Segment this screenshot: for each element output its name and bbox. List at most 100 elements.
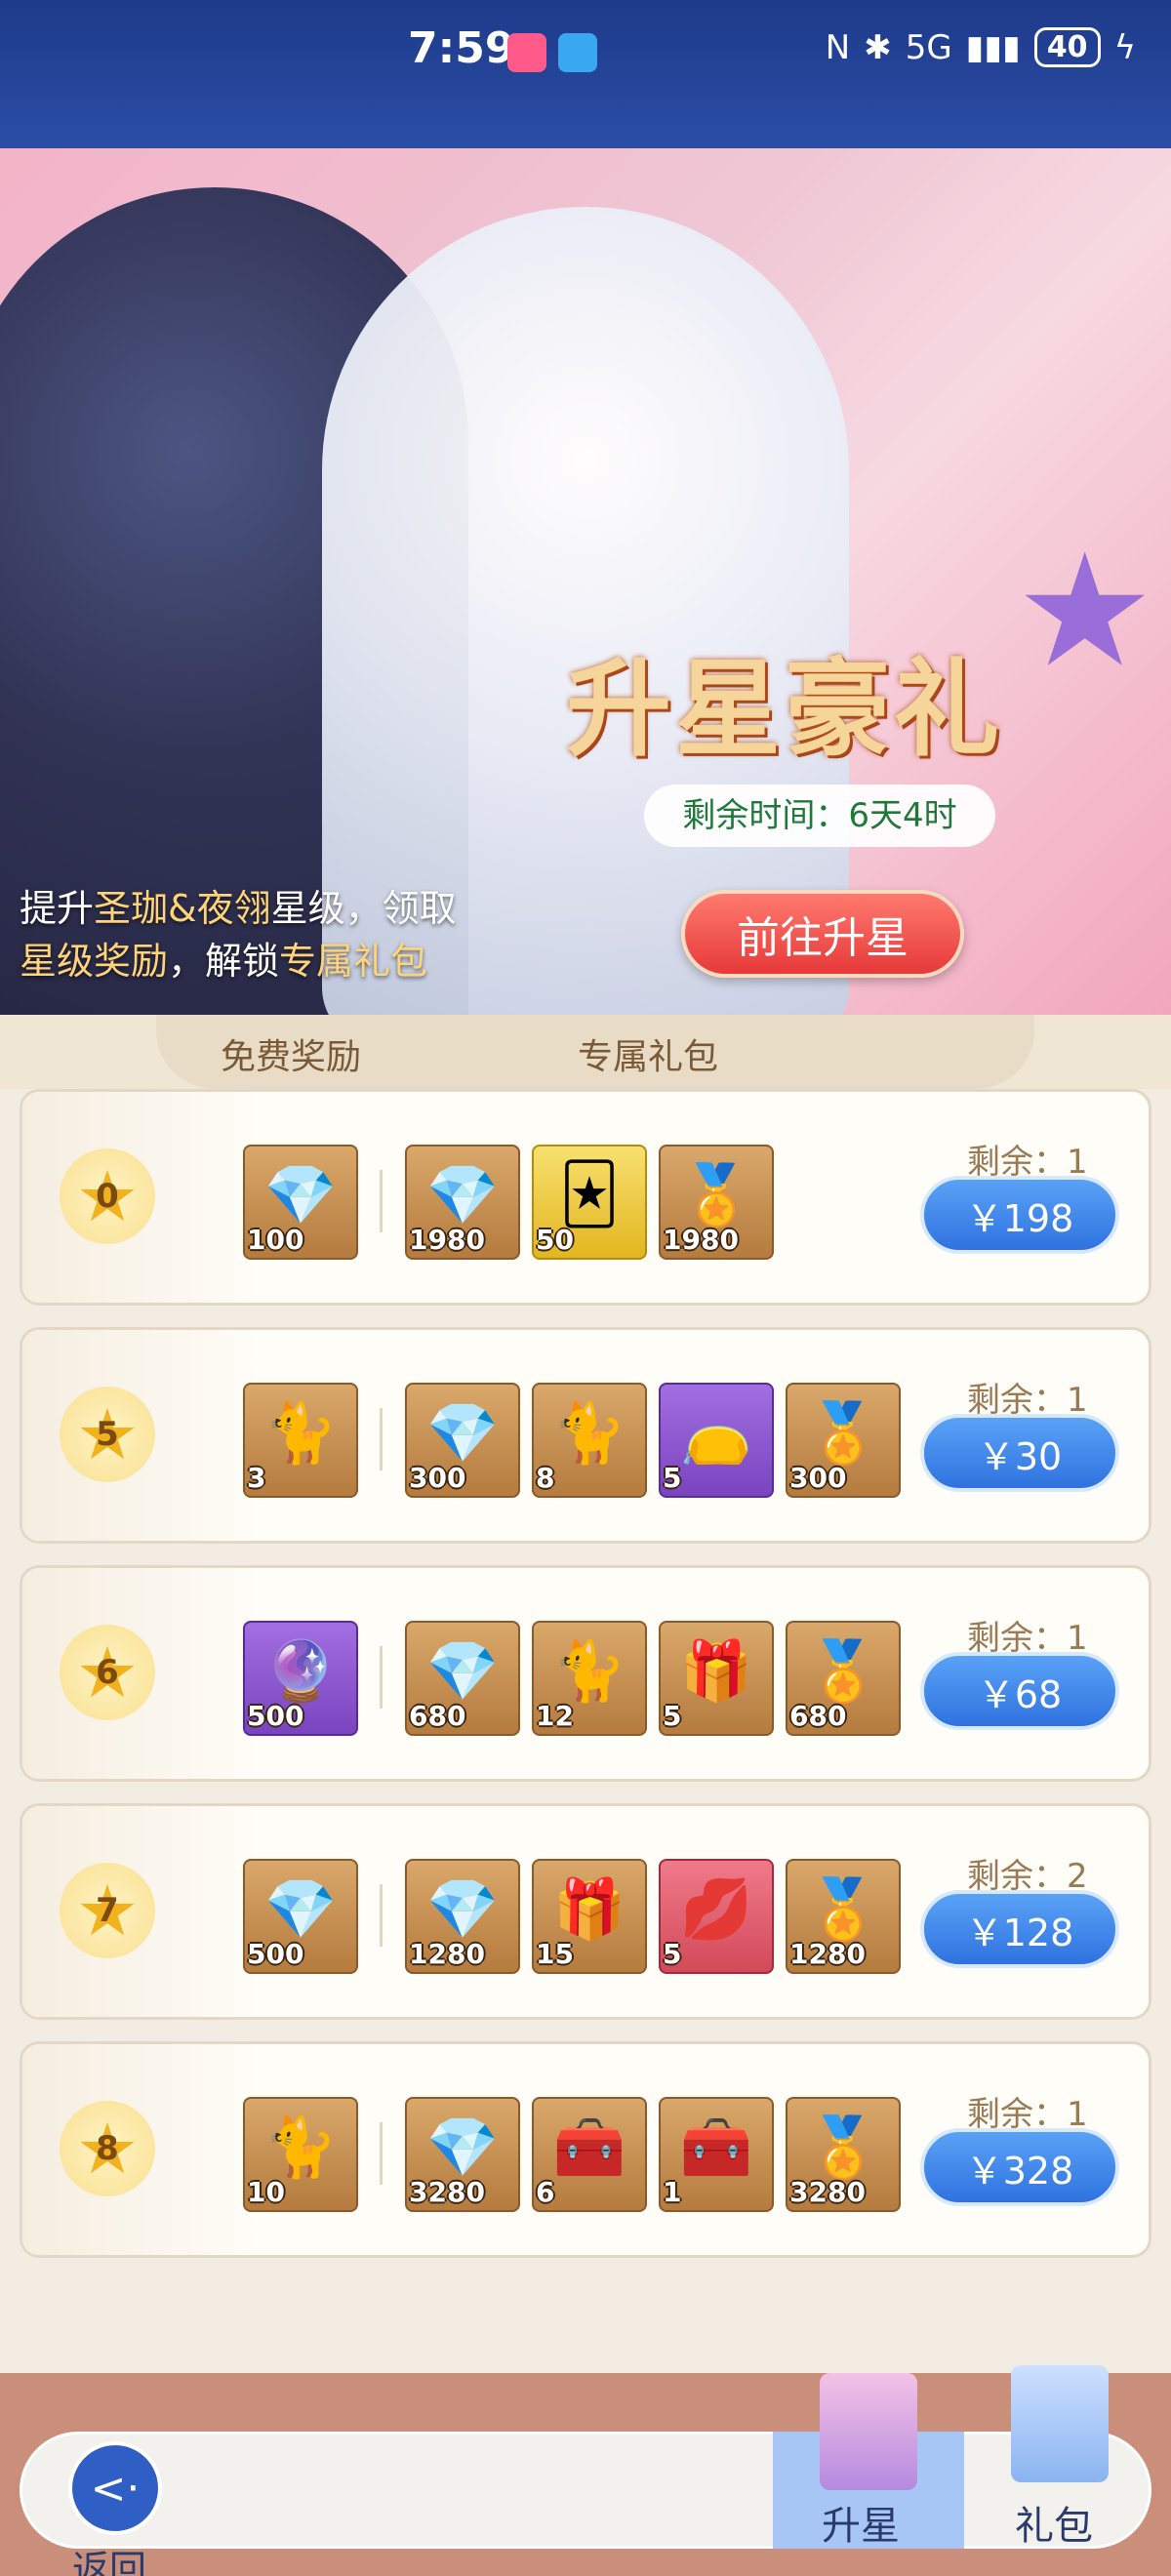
desc-part: ，解锁 bbox=[168, 940, 280, 983]
desc-part: 提升 bbox=[20, 887, 95, 930]
back-arrow-icon: <· bbox=[68, 2441, 162, 2535]
treasure-chest-icon: 🧰 bbox=[552, 2113, 626, 2182]
reward-item[interactable]: 🧰 6 bbox=[532, 2097, 647, 2212]
noble-badge-icon: 🏅 bbox=[806, 1637, 880, 1706]
reward-item[interactable]: 💎 1280 bbox=[405, 1859, 520, 1974]
nav-gift-label: 礼包 bbox=[1015, 2504, 1093, 2549]
noble-badge-icon: 🏅 bbox=[806, 1875, 880, 1944]
gift-box-icon bbox=[820, 2373, 917, 2490]
reward-item[interactable]: 🐈 12 bbox=[532, 1621, 647, 1736]
item-quantity: 5 bbox=[663, 1700, 682, 1732]
status-time: 7:59 bbox=[408, 23, 515, 73]
reward-item[interactable]: 🏅 680 bbox=[786, 1621, 901, 1736]
black-cat-icon: 🐈 bbox=[263, 1399, 338, 1468]
item-quantity: 5 bbox=[663, 1462, 682, 1494]
black-cat-icon: 🐈 bbox=[552, 1637, 626, 1706]
level-badge: ★ 6 bbox=[60, 1625, 155, 1720]
reward-item[interactable]: 💋 5 bbox=[659, 1859, 774, 1974]
banner-title: 升星豪礼 bbox=[566, 648, 1004, 771]
item-quantity: 680 bbox=[789, 1700, 847, 1732]
reward-row: ★ 6 🔮 500 💎 680 🐈 12 🎁 5 🏅 680 剩余：1 ￥68 bbox=[20, 1565, 1151, 1782]
character-card-icon: 🃏 bbox=[559, 1160, 620, 1228]
item-quantity: 100 bbox=[247, 1224, 304, 1256]
crystal-icon: 💎 bbox=[263, 1161, 338, 1229]
level-badge: ★ 7 bbox=[60, 1863, 155, 1958]
status-right: N ✱ 5G ▮▮▮ 40 ϟ bbox=[826, 27, 1136, 67]
crystal-icon: 💎 bbox=[425, 2113, 500, 2182]
reward-item[interactable]: 💎 680 bbox=[405, 1621, 520, 1736]
item-quantity: 500 bbox=[247, 1938, 304, 1970]
level-badge: ★ 0 bbox=[60, 1148, 155, 1244]
crystal-icon: 💎 bbox=[425, 1637, 500, 1706]
app-notification-icon bbox=[507, 33, 546, 72]
buy-price-button[interactable]: ￥68 bbox=[920, 1652, 1119, 1730]
item-quantity: 3280 bbox=[409, 2176, 485, 2208]
reward-item[interactable]: 🏅 3280 bbox=[786, 2097, 901, 2212]
noble-badge-icon: 🏅 bbox=[806, 2113, 880, 2182]
buy-price-button[interactable]: ￥128 bbox=[920, 1890, 1119, 1968]
lips-icon: 💋 bbox=[679, 1875, 753, 1944]
reward-item[interactable]: 🏅 1280 bbox=[786, 1859, 901, 1974]
star-decoration-icon: ★ bbox=[1015, 519, 1155, 702]
bluetooth-icon: ✱ bbox=[864, 27, 892, 67]
reward-row: ★ 8 🐈 10 💎 3280 🧰 6 🧰 1 🏅 3280 剩余：1 ￥328 bbox=[20, 2041, 1151, 2258]
item-quantity: 50 bbox=[536, 1224, 574, 1256]
reward-tabs: 免费奖励 专属礼包 bbox=[0, 1015, 1171, 1089]
reward-item[interactable]: 🧰 1 bbox=[659, 2097, 774, 2212]
nav-upgrade-tab[interactable]: 升星 bbox=[773, 2373, 964, 2549]
reward-item[interactable]: 🏅 300 bbox=[786, 1383, 901, 1498]
reward-item[interactable]: 💎 3280 bbox=[405, 2097, 520, 2212]
desc-highlight: 专属礼包 bbox=[279, 940, 428, 983]
reward-item[interactable]: 🐈 3 bbox=[243, 1383, 358, 1498]
status-bar: 7:59 N ✱ 5G ▮▮▮ 40 ϟ bbox=[0, 0, 1171, 148]
item-quantity: 1280 bbox=[789, 1938, 866, 1970]
crystal-icon: 💎 bbox=[263, 1875, 338, 1944]
gift-pouch-icon: 🎁 bbox=[679, 1637, 753, 1706]
item-quantity: 1980 bbox=[409, 1224, 485, 1256]
item-quantity: 10 bbox=[247, 2176, 285, 2208]
reward-item[interactable]: 🏅 1980 bbox=[659, 1145, 774, 1260]
reward-item[interactable]: 💎 300 bbox=[405, 1383, 520, 1498]
buy-price-button[interactable]: ￥198 bbox=[920, 1176, 1119, 1254]
item-quantity: 3280 bbox=[789, 2176, 866, 2208]
reward-item[interactable]: 🐈 10 bbox=[243, 2097, 358, 2212]
item-quantity: 6 bbox=[536, 2176, 555, 2208]
buy-price-button[interactable]: ￥30 bbox=[920, 1414, 1119, 1492]
item-quantity: 12 bbox=[536, 1700, 574, 1732]
reward-item[interactable]: 💎 1980 bbox=[405, 1145, 520, 1260]
item-quantity: 15 bbox=[536, 1938, 574, 1970]
level-badge: ★ 5 bbox=[60, 1387, 155, 1482]
item-quantity: 3 bbox=[247, 1462, 266, 1494]
battery-level: 40 bbox=[1046, 30, 1088, 64]
signal-label: 5G bbox=[905, 27, 952, 67]
reward-item[interactable]: 💎 100 bbox=[243, 1145, 358, 1260]
level-number: 7 bbox=[96, 1891, 119, 1930]
back-button[interactable]: <· 返回 bbox=[49, 2441, 185, 2576]
reward-item[interactable]: 🎁 5 bbox=[659, 1621, 774, 1736]
item-quantity: 5 bbox=[663, 1938, 682, 1970]
level-number: 0 bbox=[96, 1177, 119, 1216]
desc-highlight: 星级奖励 bbox=[20, 940, 169, 983]
treasure-chest-icon: 🧰 bbox=[679, 2113, 753, 2182]
go-upgrade-button[interactable]: 前往升星 bbox=[681, 890, 964, 978]
level-number: 5 bbox=[96, 1415, 119, 1454]
reward-item[interactable]: 🎁 15 bbox=[532, 1859, 647, 1974]
remaining-time: 剩余时间：6天4时 bbox=[644, 785, 995, 847]
reward-item[interactable]: 🃏 50 bbox=[532, 1145, 647, 1260]
reward-item[interactable]: 🐈 8 bbox=[532, 1383, 647, 1498]
buy-price-button[interactable]: ￥328 bbox=[920, 2128, 1119, 2206]
reward-item[interactable]: 🔮 500 bbox=[243, 1621, 358, 1736]
level-number: 8 bbox=[96, 2129, 119, 2168]
reward-item[interactable]: 👝 5 bbox=[659, 1383, 774, 1498]
tab-exclusive-packs: 专属礼包 bbox=[578, 1037, 719, 1077]
charging-icon: ϟ bbox=[1113, 27, 1136, 67]
divider bbox=[380, 1884, 383, 1947]
black-cat-icon: 🐈 bbox=[263, 2113, 338, 2182]
item-quantity: 500 bbox=[247, 1700, 304, 1732]
app-notification-icon bbox=[558, 33, 597, 72]
crystal-icon: 💎 bbox=[425, 1161, 500, 1229]
nav-gift-tab[interactable]: 礼包 bbox=[976, 2365, 1142, 2549]
reward-item[interactable]: 💎 500 bbox=[243, 1859, 358, 1974]
crystal-icon: 💎 bbox=[425, 1399, 500, 1468]
banner-description: 提升圣珈&夜翎星级，领取星级奖励，解锁专属礼包 bbox=[20, 882, 468, 987]
